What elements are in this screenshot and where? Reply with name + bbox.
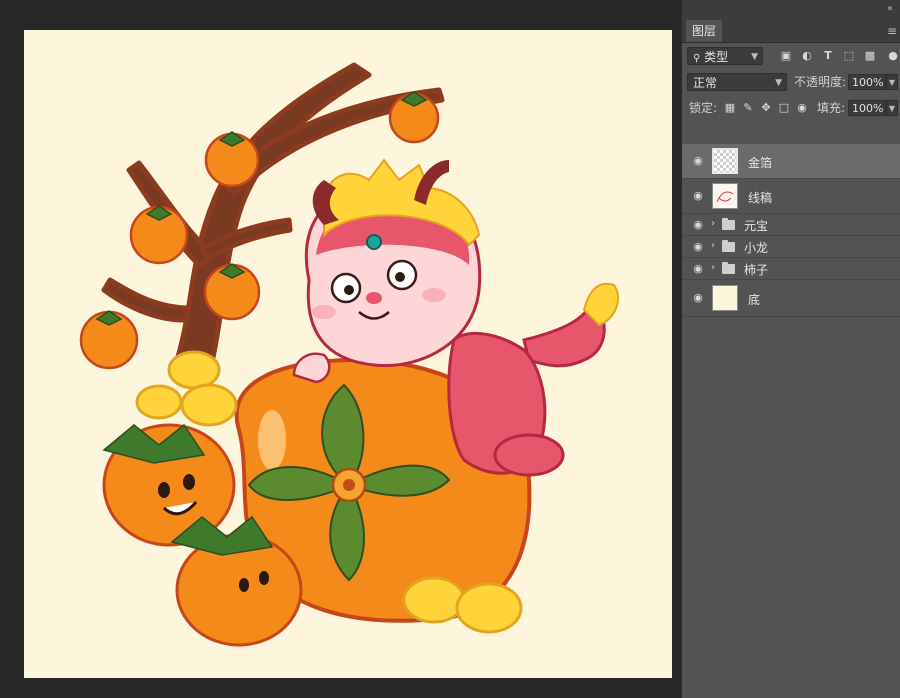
folder-icon [722,218,735,230]
layer-thumbnail [712,148,738,174]
eye-icon[interactable]: ◉ [691,240,705,254]
eye-icon[interactable]: ◉ [691,154,705,168]
tab-layers[interactable]: 图层 [686,20,723,42]
lock-label: 锁定: [689,101,718,115]
chevron-down-icon: ▼ [751,52,758,62]
smart-object-filter-icon[interactable]: ▩ [862,49,878,63]
blend-mode-value: 正常 [693,76,718,90]
search-icon: ⚲ [693,53,701,64]
filter-toggle-icon[interactable]: ● [885,49,900,63]
group-name: 柿子 [744,263,769,277]
panel-tab-row: 图层 ≡ [682,20,900,43]
chevron-down-icon: ▼ [775,78,782,88]
chevron-right-icon[interactable]: › [711,240,715,251]
fill-label: 填充: [817,101,846,115]
layers-panel: « 图层 ≡ ⚲ 类型 ▼ ▣ ◐ T ⬚ ▩ ● 正常 ▼ 不透明度: 100… [681,0,900,698]
layer-list: ◉ 金箔 ◉ 线稿 ◉ › 元宝 ◉ › 小龙 ◉ › 柿子 ◉ 底 [682,144,900,317]
layer-thumbnail [712,183,738,209]
blend-mode-select[interactable]: 正常 ▼ [687,73,787,91]
chevron-right-icon[interactable]: › [711,262,715,273]
hamburger-icon[interactable]: ≡ [887,24,897,38]
document-workspace [0,0,681,698]
double-chevron-icon[interactable]: « [887,3,893,14]
layer-row[interactable]: ◉ 金箔 [682,144,900,179]
document-canvas[interactable] [24,30,672,678]
eye-icon[interactable]: ◉ [691,189,705,203]
eye-icon[interactable]: ◉ [691,262,705,276]
opacity-label: 不透明度: [794,75,847,89]
kind-filter-label: 类型 [704,50,729,64]
lineart-thumbnail-icon [716,191,734,203]
layer-group-row[interactable]: ◉ › 柿子 [682,258,900,280]
eye-icon[interactable]: ◉ [691,291,705,305]
lock-artboard-icon[interactable]: □ [776,101,792,115]
lock-all-icon[interactable]: ◉ [794,101,810,115]
blend-row: 正常 ▼ 不透明度: 100% ▼ [682,69,900,95]
lock-position-icon[interactable]: ✥ [758,101,774,115]
layer-row[interactable]: ◉ 线稿 [682,179,900,214]
fill-input[interactable]: 100% [848,100,886,116]
layer-group-row[interactable]: ◉ › 小龙 [682,236,900,258]
fill-dropdown-icon[interactable]: ▼ [886,100,898,116]
group-name: 元宝 [744,219,769,233]
folder-icon [722,240,735,252]
layer-name: 线稿 [748,191,773,205]
layer-name: 金箔 [748,156,773,170]
shape-filter-icon[interactable]: ⬚ [841,49,857,63]
panel-topbar: « [682,0,900,20]
layer-group-row[interactable]: ◉ › 元宝 [682,214,900,236]
adjustment-filter-icon[interactable]: ◐ [799,49,815,63]
type-filter-icon[interactable]: T [820,49,836,63]
eye-icon[interactable]: ◉ [691,218,705,232]
lock-transparent-pixels-icon[interactable]: ▦ [722,101,738,115]
image-filter-icon[interactable]: ▣ [778,49,794,63]
group-name: 小龙 [744,241,769,255]
lock-image-pixels-icon[interactable]: ✎ [740,101,756,115]
filter-row: ⚲ 类型 ▼ ▣ ◐ T ⬚ ▩ ● [682,43,900,69]
opacity-input[interactable]: 100% [848,74,886,90]
lock-row: 锁定: ▦ ✎ ✥ □ ◉ 填充: 100% ▼ [682,95,900,121]
opacity-dropdown-icon[interactable]: ▼ [886,74,898,90]
folder-icon [722,262,735,274]
kind-filter-select[interactable]: ⚲ 类型 ▼ [687,47,763,65]
layer-thumbnail [712,285,738,311]
layer-name: 底 [748,293,761,307]
chevron-right-icon[interactable]: › [711,218,715,229]
illustration [79,62,619,647]
layer-row[interactable]: ◉ 底 [682,280,900,317]
